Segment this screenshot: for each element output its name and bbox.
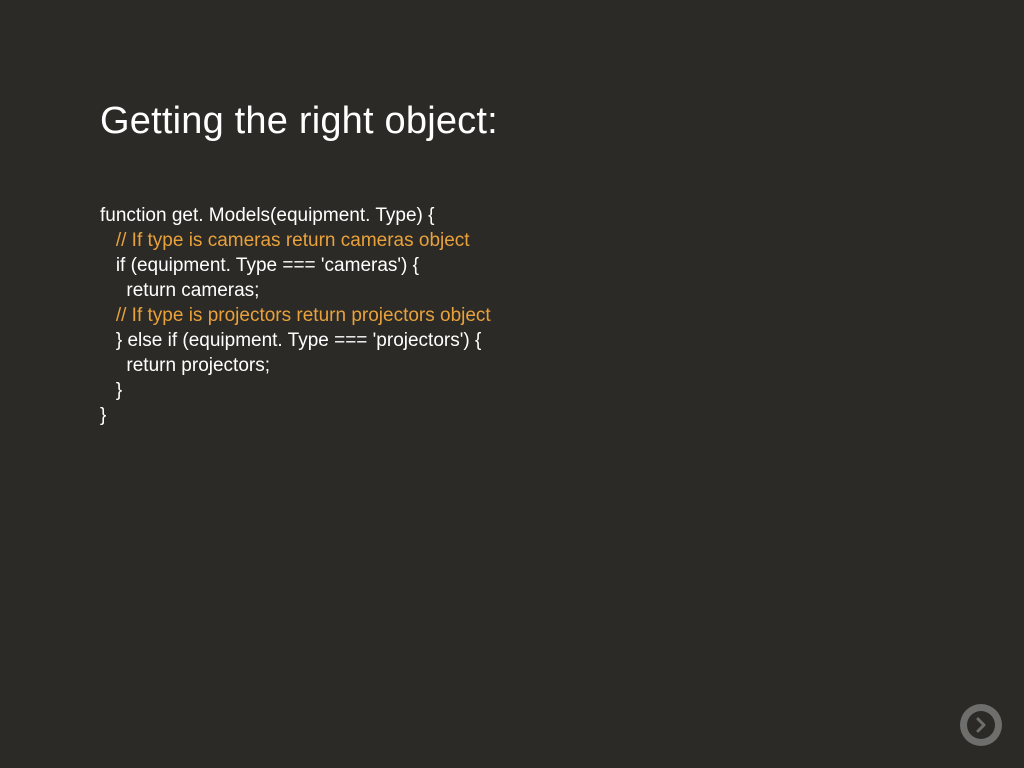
slide-title: Getting the right object: <box>100 100 1024 143</box>
code-line: return cameras; <box>100 278 1024 303</box>
code-line-comment: // If type is projectors return projecto… <box>100 303 1024 328</box>
code-line: } <box>100 378 1024 403</box>
code-line: function get. Models(equipment. Type) { <box>100 203 1024 228</box>
code-line: } else if (equipment. Type === 'projecto… <box>100 328 1024 353</box>
code-line-comment: // If type is cameras return cameras obj… <box>100 228 1024 253</box>
arrow-right-icon <box>967 711 995 739</box>
code-line: return projectors; <box>100 353 1024 378</box>
code-block: function get. Models(equipment. Type) { … <box>100 203 1024 428</box>
code-line: } <box>100 403 1024 428</box>
next-slide-button[interactable] <box>960 704 1002 746</box>
slide: Getting the right object: function get. … <box>0 0 1024 768</box>
code-line: if (equipment. Type === 'cameras') { <box>100 253 1024 278</box>
